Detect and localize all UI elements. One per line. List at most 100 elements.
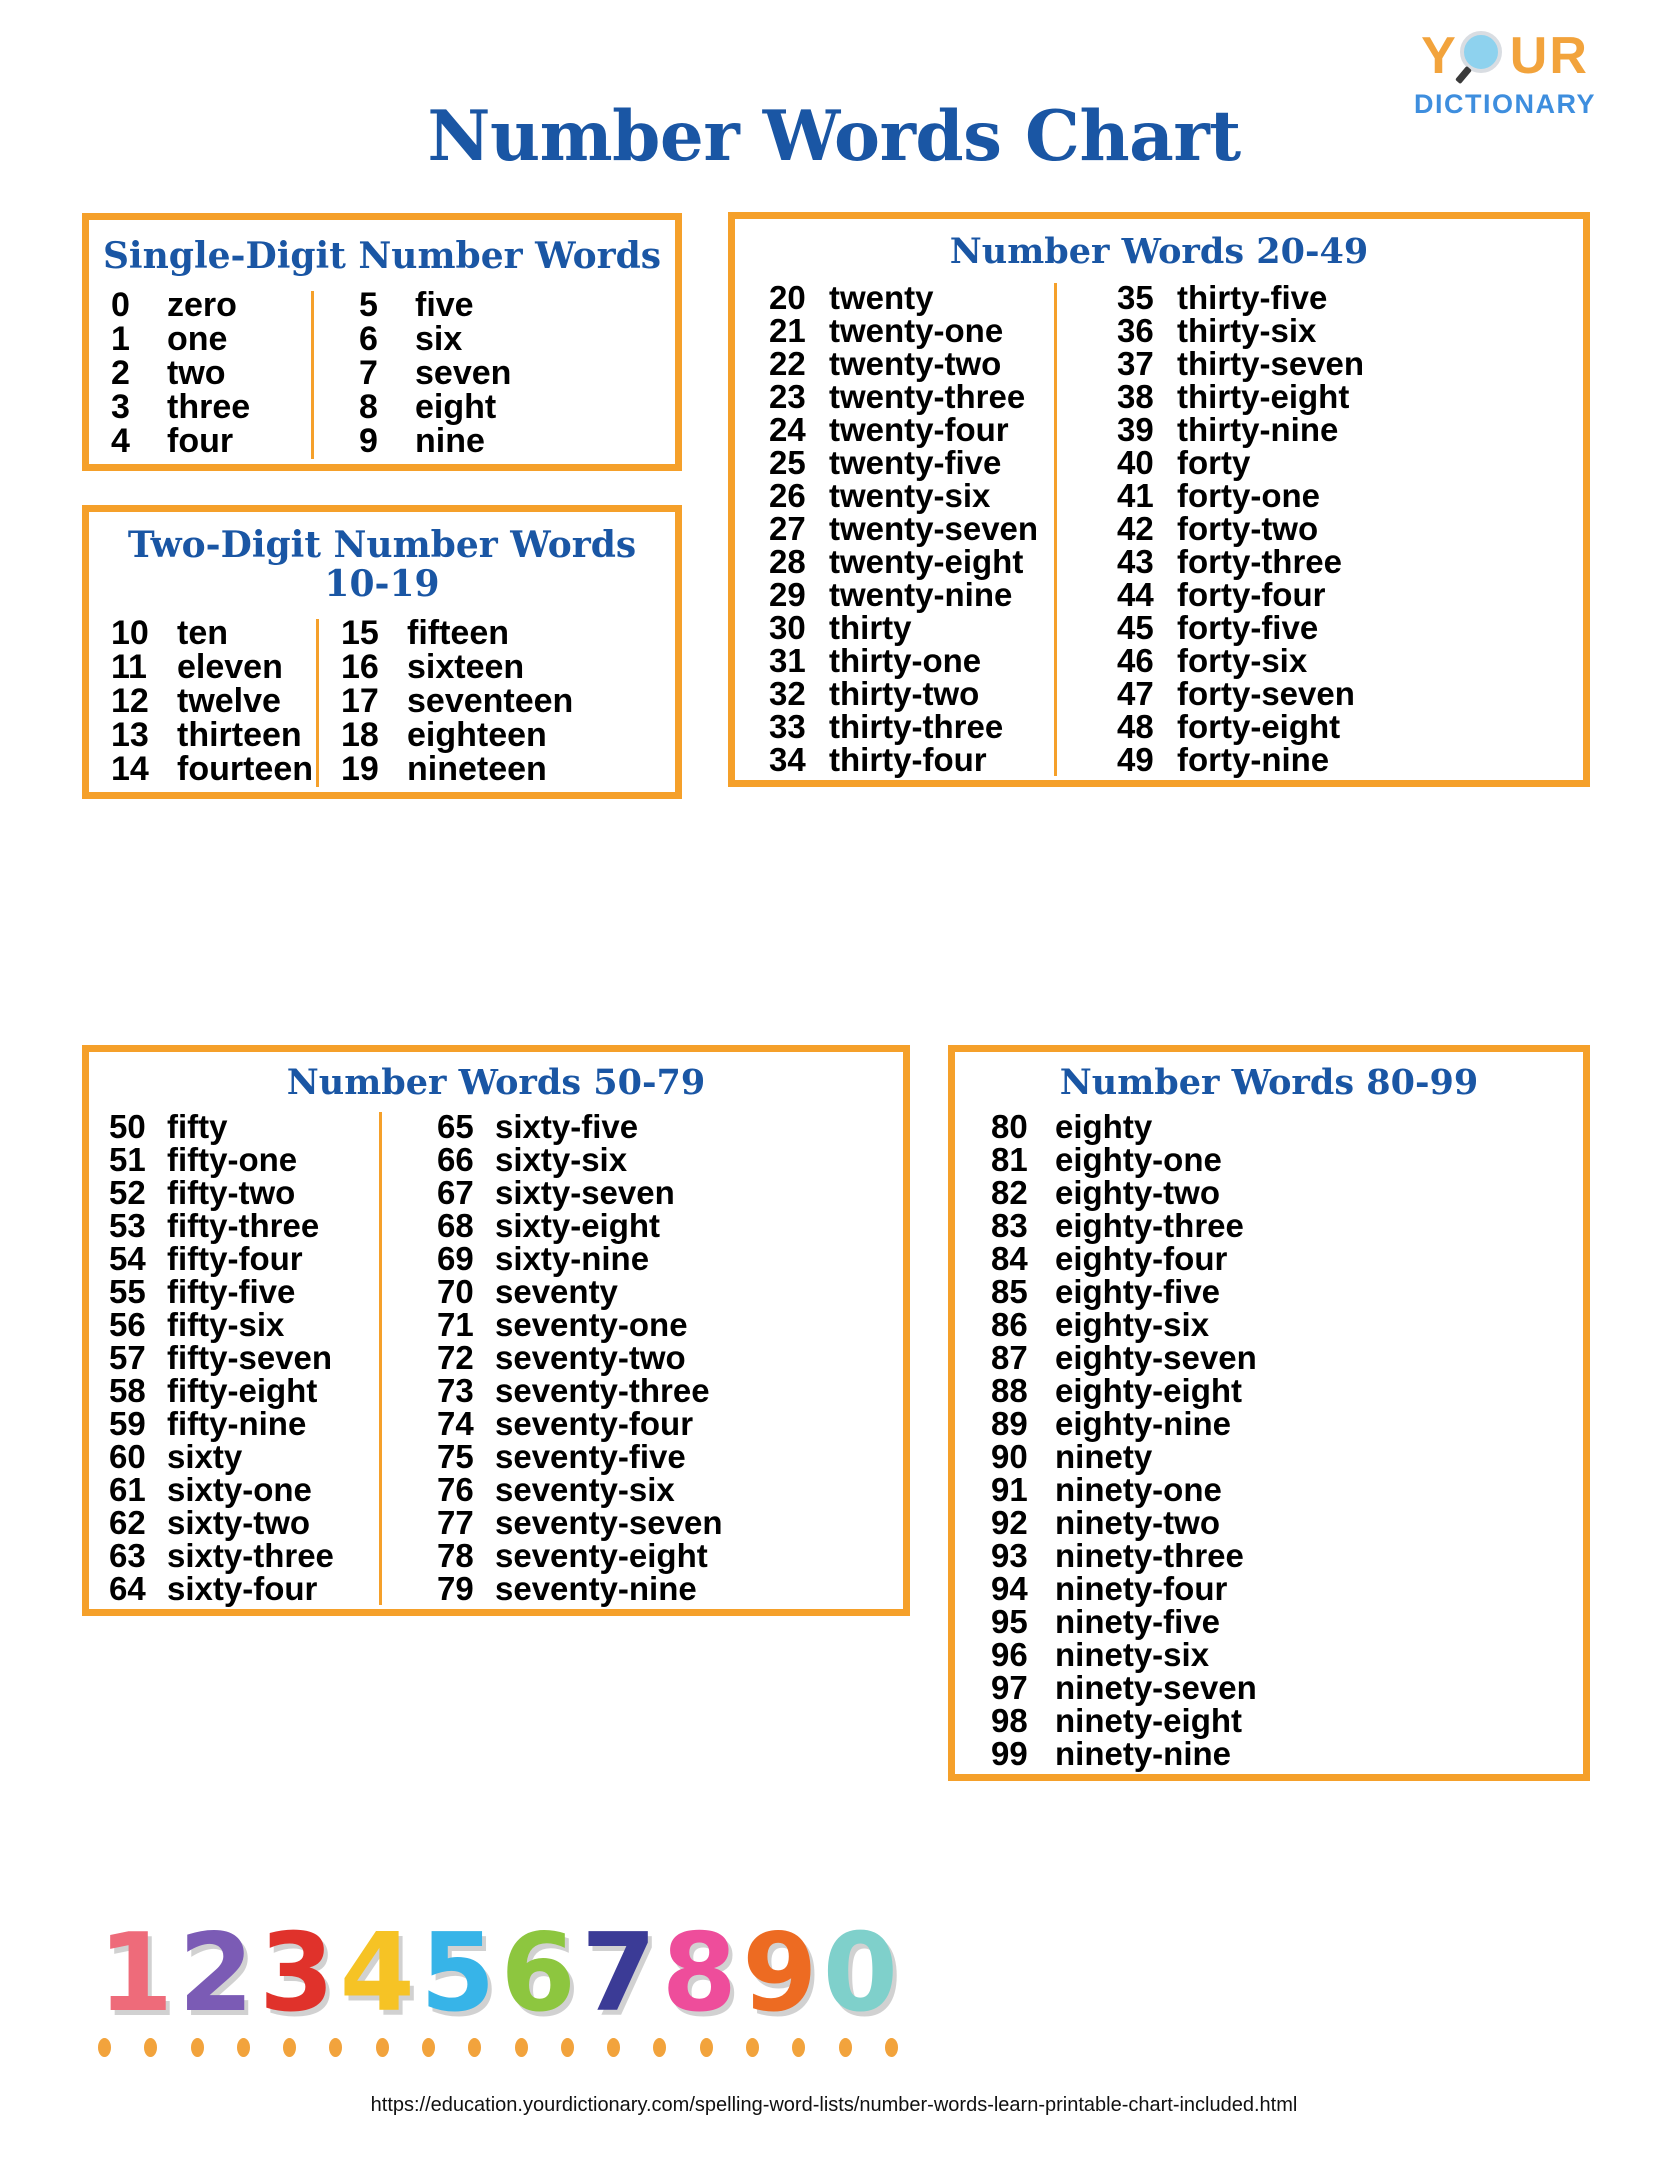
decorative-digit-7: 7 <box>579 1911 659 2036</box>
number-word-row: 82 eighty-two <box>991 1176 1371 1209</box>
number-value: 72 <box>437 1338 474 1376</box>
number-value: 12 <box>111 681 149 720</box>
decorative-dot <box>745 2038 759 2057</box>
box-title-80-99: Number Words 80-99 <box>1059 1062 1479 1103</box>
number-word: sixty-five <box>495 1107 639 1145</box>
decorative-dot <box>329 2038 343 2057</box>
decorative-digit-3: 3 <box>257 1911 337 2036</box>
number-value: 13 <box>111 715 149 754</box>
decorative-dot <box>375 2038 389 2057</box>
number-word-row: 2 two <box>111 356 311 390</box>
number-word-row: 65 sixty-five <box>437 1110 707 1143</box>
number-value: 79 <box>437 1569 474 1607</box>
number-word-row: 73 seventy-three <box>437 1371 710 1409</box>
number-value: 69 <box>437 1239 474 1277</box>
number-word-row: 19 nineteen <box>341 749 547 788</box>
number-word-row: 28 twenty-eight <box>769 545 1054 578</box>
number-word: forty <box>1177 443 1251 481</box>
number-value: 74 <box>437 1404 474 1442</box>
decorative-dot <box>560 2038 574 2057</box>
number-words-80-99-column: 80 eighty 81 eighty-one 82 eighty-two 83 eighty… <box>991 1110 1371 1770</box>
decorative-dot-row <box>98 2038 898 2057</box>
number-word-row: 78 seventy-eight <box>437 1536 708 1574</box>
number-value: 10 <box>111 613 149 652</box>
number-value: 27 <box>769 509 806 547</box>
number-value: 98 <box>991 1701 1028 1739</box>
number-word: five <box>415 285 474 324</box>
number-word-row: 64 sixty-four <box>109 1572 379 1605</box>
number-value: 78 <box>437 1536 474 1574</box>
number-word: fifty <box>167 1107 228 1145</box>
number-word: nine <box>415 421 485 460</box>
number-word: ninety-nine <box>1055 1734 1232 1772</box>
number-word: seventy-five <box>495 1437 686 1475</box>
number-word: thirty-one <box>829 641 982 679</box>
number-words-50-79-columns: 50 fifty 51 fifty-one 52 fifty-two 53 fifty-thr… <box>89 1110 903 1605</box>
number-word: sixty-four <box>167 1569 318 1607</box>
number-value: 81 <box>991 1140 1028 1178</box>
number-value: 33 <box>769 707 806 745</box>
number-word-row: 23 twenty-three <box>769 380 1054 413</box>
number-word-row: 96 ninety-six <box>991 1638 1371 1671</box>
number-word-row: 34 thirty-four <box>769 743 1054 776</box>
number-word: seventy-four <box>495 1404 694 1442</box>
number-word-row: 89 eighty-nine <box>991 1407 1371 1440</box>
number-word-row: 66 sixty-six <box>437 1143 707 1176</box>
number-value: 22 <box>769 344 806 382</box>
decorative-digit-0: 0 <box>820 1911 900 2036</box>
decorative-digit-4: 4 <box>337 1911 417 2036</box>
number-value: 15 <box>341 613 379 652</box>
number-value: 64 <box>109 1569 146 1607</box>
two-digit-left-column: 10 ten 11 eleven 12 twelve 13 thirteen 14 fourtee… <box>111 616 316 787</box>
logo-letters-ur: UR <box>1509 27 1589 85</box>
number-word-row: 74 seventy-four <box>437 1407 707 1440</box>
number-word: forty-three <box>1177 542 1343 580</box>
number-word: sixty-seven <box>495 1173 675 1211</box>
box-title-two-digit-line2: 10-19 <box>324 562 440 605</box>
single-digit-number-words-box: Single-Digit Number Words 0 zero 1 one 2 two 3… <box>82 213 682 471</box>
number-word: seventy-seven <box>495 1503 723 1541</box>
number-word-row: 52 fifty-two <box>109 1176 379 1209</box>
decorative-dot <box>884 2038 898 2057</box>
number-word: sixty <box>167 1437 243 1475</box>
number-value: 52 <box>109 1173 146 1211</box>
box-title-50-79: Number Words 50-79 <box>286 1062 706 1103</box>
decorative-digit-1: 1 <box>95 1911 175 2036</box>
number-word-row: 53 fifty-three <box>109 1209 379 1242</box>
number-value: 92 <box>991 1503 1028 1541</box>
decorative-digit-8: 8 <box>659 1911 739 2036</box>
number-value: 41 <box>1117 476 1154 514</box>
number-word: thirty-nine <box>1177 410 1339 448</box>
number-word-row: 44 forty-four <box>1117 578 1402 611</box>
number-value: 75 <box>437 1437 474 1475</box>
number-word-row: 58 fifty-eight <box>109 1374 379 1407</box>
number-value: 95 <box>991 1602 1028 1640</box>
number-word: fifty-two <box>167 1173 296 1211</box>
number-word: fifteen <box>407 613 509 652</box>
number-value: 9 <box>359 421 378 460</box>
number-word-row: 80 eighty <box>991 1110 1371 1143</box>
number-word: twelve <box>177 681 281 720</box>
decorative-dot <box>190 2038 204 2057</box>
decorative-dot <box>421 2038 435 2057</box>
number-value: 44 <box>1117 575 1154 613</box>
number-word-row: 67 sixty-seven <box>437 1176 707 1209</box>
number-word-row: 39 thirty-nine <box>1117 413 1402 446</box>
number-value: 70 <box>437 1272 474 1310</box>
number-value: 19 <box>341 749 379 788</box>
number-value: 68 <box>437 1206 474 1244</box>
decorative-dot <box>144 2038 158 2057</box>
box-title-single-digit: Single-Digit Number Words <box>102 235 662 277</box>
number-word: forty-seven <box>1177 674 1355 712</box>
number-words-80-99-columns: 80 eighty 81 eighty-one 82 eighty-two 83 eighty… <box>955 1110 1583 1770</box>
number-value: 73 <box>437 1371 474 1409</box>
decorative-dot <box>468 2038 482 2057</box>
number-word: forty-five <box>1177 608 1319 646</box>
number-word-row: 91 ninety-one <box>991 1473 1371 1506</box>
number-word: forty-two <box>1177 509 1319 547</box>
number-word-row: 10 ten <box>111 616 316 650</box>
logo-letter-y: Y <box>1421 27 1458 85</box>
box-title-20-49: Number Words 20-49 <box>949 231 1369 272</box>
number-word: twenty-four <box>829 410 1009 448</box>
number-words-65-79-column: 65 sixty-five 66 sixty-six 67 sixty-seven 68 si… <box>382 1110 722 1607</box>
